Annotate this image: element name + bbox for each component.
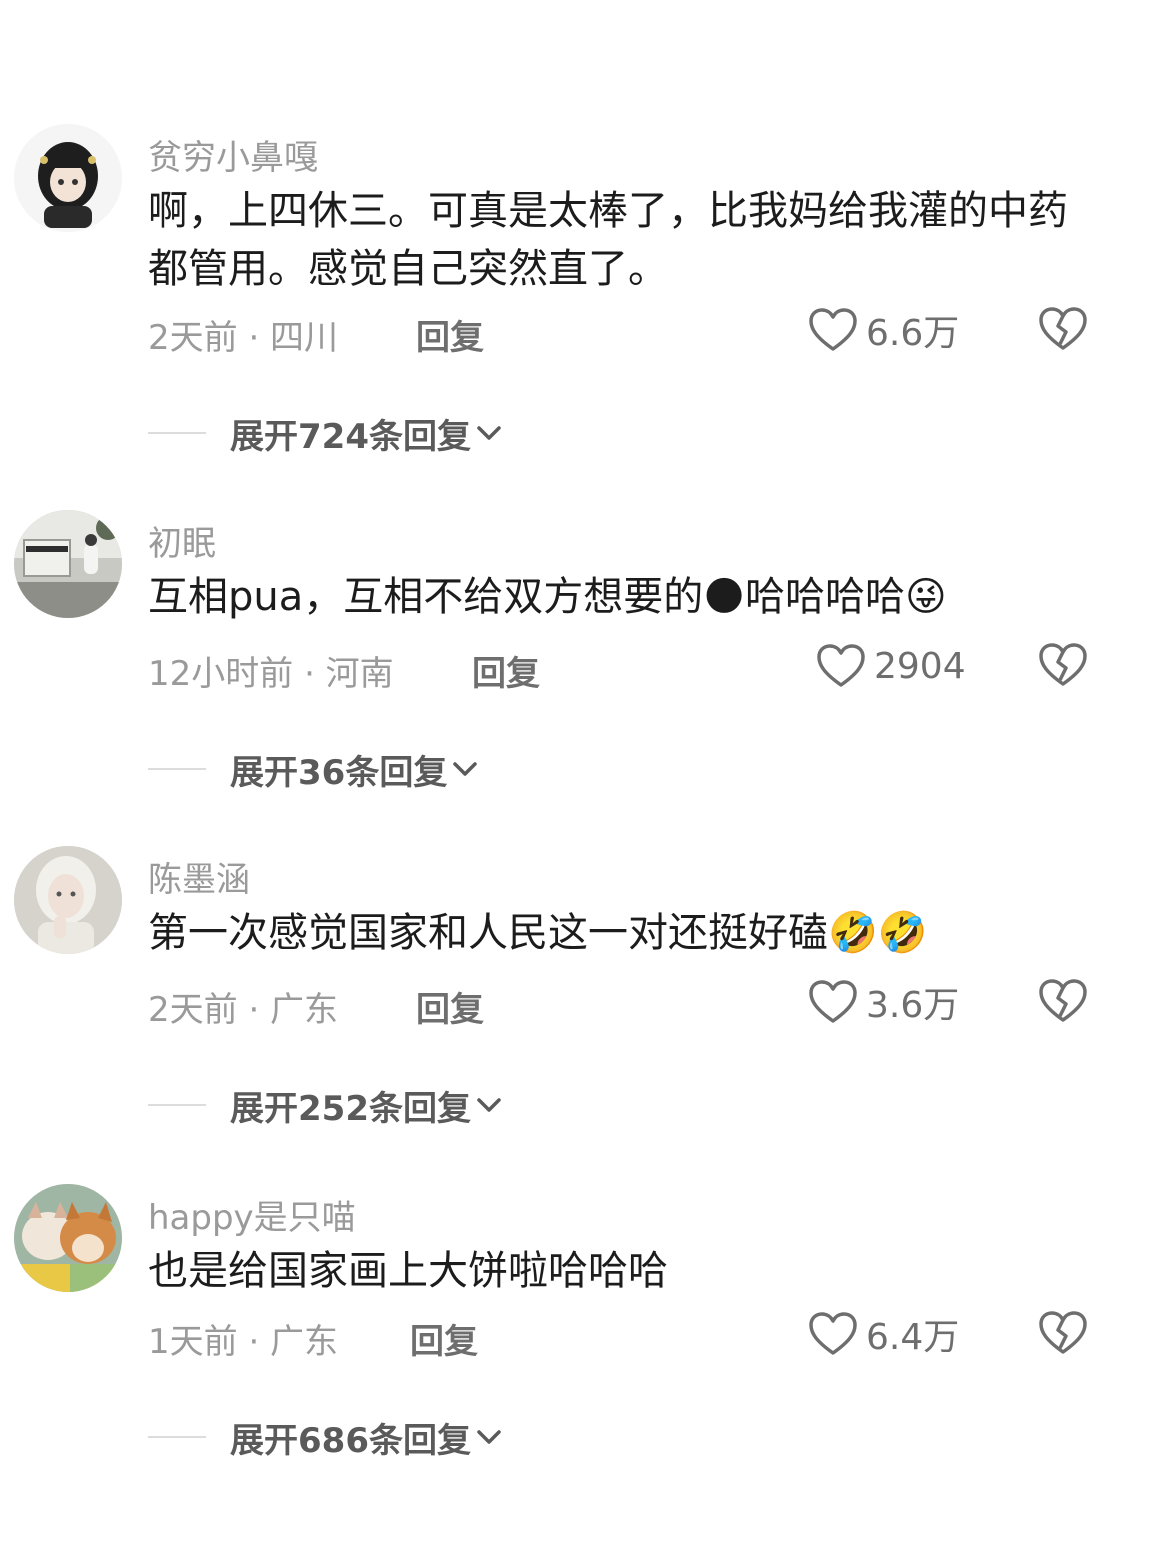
like-count: 2904: [874, 645, 966, 687]
dislike-button[interactable]: [1038, 306, 1088, 354]
comment-emoji: 🤣🤣: [828, 910, 928, 956]
heart-outline-icon: [817, 644, 865, 687]
comment-meta: 12小时前 · 河南: [148, 654, 394, 694]
broken-heart-icon: [1039, 1311, 1087, 1354]
comment-text-body: 互相pua，互相不给双方想要的: [148, 574, 704, 620]
piano-room-avatar-icon: [14, 510, 122, 618]
cat-and-dog-avatar-icon: [14, 1184, 122, 1292]
broken-heart-icon: [1039, 643, 1087, 686]
comment-text: 互相pua，互相不给双方想要的🌑哈哈哈哈😜: [148, 568, 1068, 626]
expand-replies-button[interactable]: 展开724条回复: [148, 408, 503, 458]
dislike-button[interactable]: [1038, 978, 1088, 1026]
comment-meta: 2天前 · 广东: [148, 990, 339, 1030]
expand-replies-button[interactable]: 展开252条回复: [148, 1080, 503, 1130]
reply-button[interactable]: 回复: [410, 1314, 478, 1363]
reply-button[interactable]: 回复: [416, 982, 484, 1031]
reply-button[interactable]: 回复: [472, 646, 540, 695]
like-count: 6.4万: [866, 1317, 960, 1358]
dislike-button[interactable]: [1038, 1310, 1088, 1358]
divider: [148, 432, 206, 434]
like-button[interactable]: 2904: [816, 642, 966, 690]
like-count: 3.6万: [866, 985, 960, 1026]
username[interactable]: 初眠: [148, 516, 216, 565]
heart-outline-icon: [809, 1312, 857, 1355]
username[interactable]: 贫穷小鼻嘎: [148, 130, 318, 179]
expand-replies-label: 展开724条回复: [230, 416, 471, 457]
comment-text: 第一次感觉国家和人民这一对还挺好磕🤣🤣: [148, 904, 1068, 962]
white-hair-person-avatar-icon: [14, 846, 122, 954]
comment-text-body: 第一次感觉国家和人民这一对还挺好磕: [148, 910, 828, 956]
avatar[interactable]: [14, 124, 122, 232]
comment-meta: 2天前 · 四川: [148, 318, 339, 358]
chevron-down-icon: [477, 1098, 501, 1112]
dislike-button[interactable]: [1038, 642, 1088, 690]
divider: [148, 1436, 206, 1438]
expand-replies-button[interactable]: 展开36条回复: [148, 744, 479, 794]
chevron-down-icon: [477, 1430, 501, 1444]
comment-meta: 1天前 · 广东: [148, 1322, 339, 1362]
comment-text: 也是给国家画上大饼啦哈哈哈: [148, 1242, 1068, 1300]
comment-text-body: 啊，上四休三。可真是太棒了，比我妈给我灌的中药都管用。感觉自己突然直了。: [148, 188, 1068, 292]
reply-button[interactable]: 回复: [416, 310, 484, 359]
username[interactable]: happy是只喵: [148, 1190, 356, 1239]
expand-replies-label: 展开252条回复: [230, 1088, 471, 1129]
divider: [148, 1104, 206, 1106]
username[interactable]: 陈墨涵: [148, 852, 250, 901]
like-button[interactable]: 3.6万: [808, 978, 959, 1026]
like-count: 6.6万: [866, 313, 960, 354]
avatar[interactable]: [14, 846, 122, 954]
heart-outline-icon: [809, 980, 857, 1023]
avatar[interactable]: [14, 510, 122, 618]
chevron-down-icon: [453, 762, 478, 776]
heart-outline-icon: [809, 308, 857, 351]
comment-text: 啊，上四休三。可真是太棒了，比我妈给我灌的中药都管用。感觉自己突然直了。: [148, 182, 1068, 298]
broken-heart-icon: [1039, 979, 1087, 1022]
avatar[interactable]: [14, 1184, 122, 1292]
broken-heart-icon: [1039, 307, 1087, 350]
chevron-down-icon: [477, 426, 501, 440]
expand-replies-label: 展开36条回复: [230, 752, 448, 793]
expand-replies-label: 展开686条回复: [230, 1420, 471, 1461]
like-button[interactable]: 6.6万: [808, 306, 959, 354]
comment-emoji: 🌑哈哈哈哈😜: [703, 574, 947, 620]
expand-replies-button[interactable]: 展开686条回复: [148, 1412, 503, 1462]
comment-text-body: 也是给国家画上大饼啦哈哈哈: [148, 1248, 668, 1294]
divider: [148, 768, 206, 770]
like-button[interactable]: 6.4万: [808, 1310, 959, 1358]
anime-girl-avatar-icon: [14, 124, 122, 232]
